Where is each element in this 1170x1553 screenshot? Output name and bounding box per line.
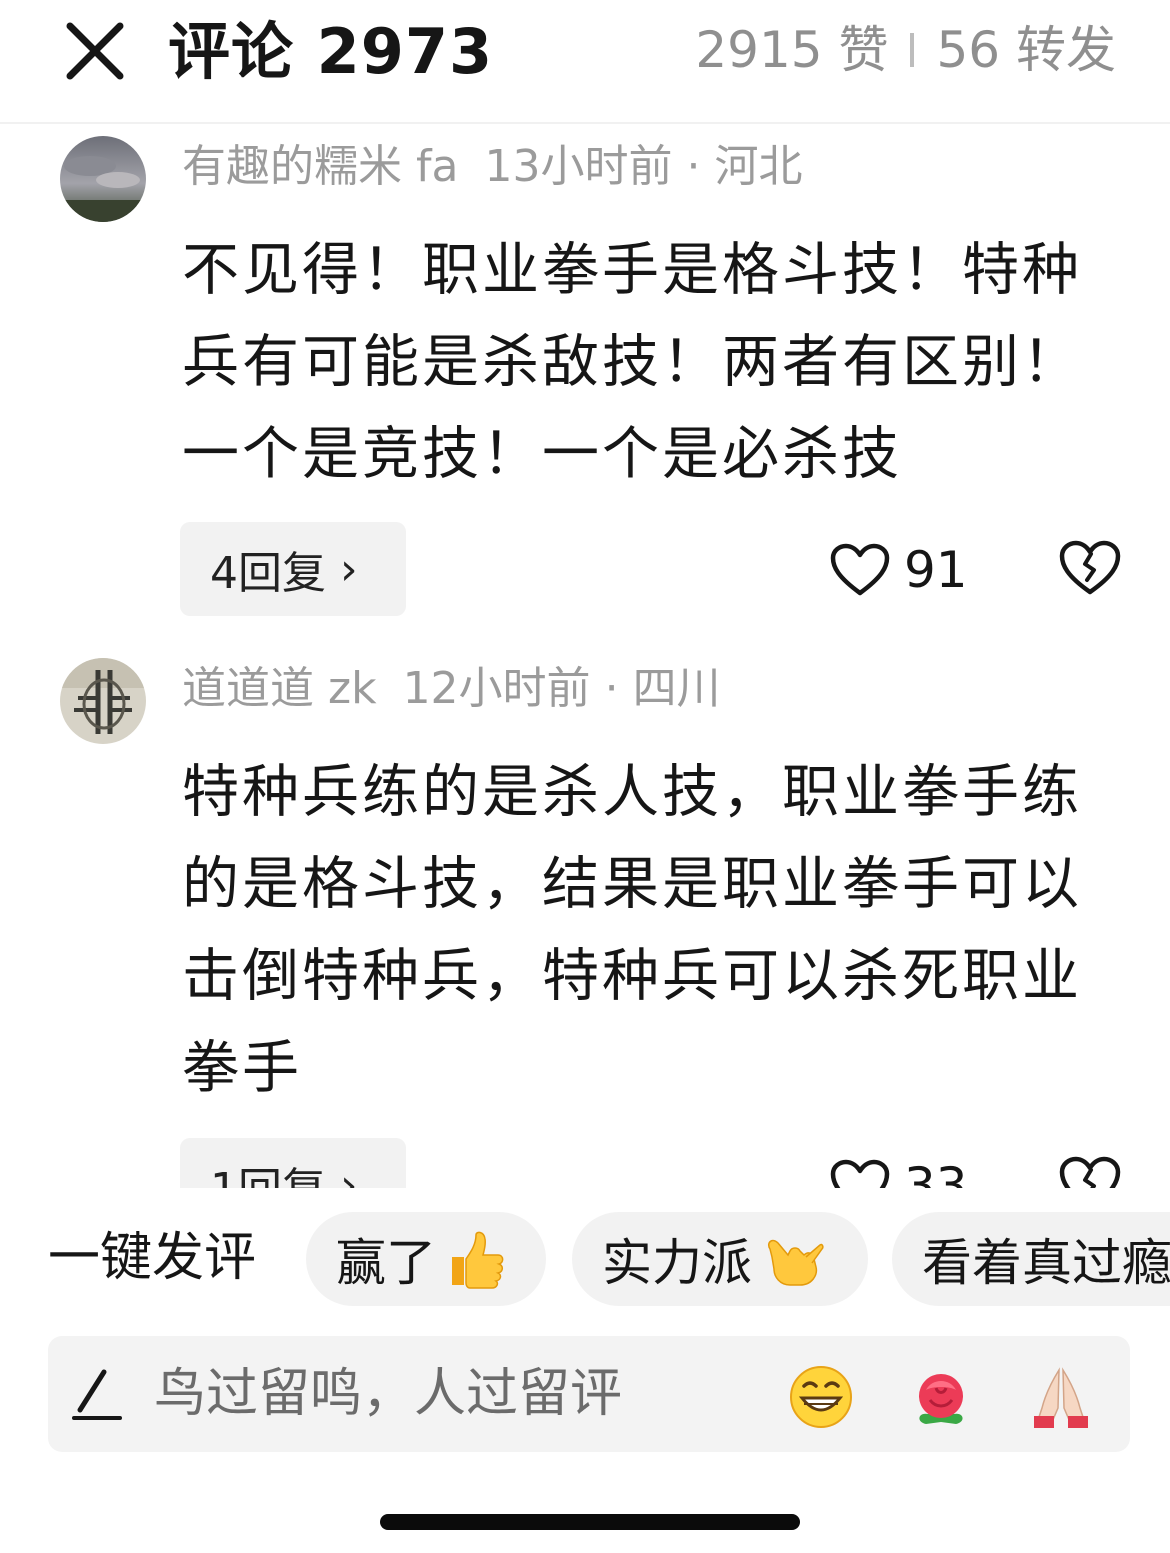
comment-time: 13小时前 bbox=[484, 141, 673, 192]
comment-text: 特种兵练的是杀人技，职业拳手练的是格斗技，结果是职业拳手可以击倒特种兵，特种兵可… bbox=[182, 759, 1082, 1101]
comments-header: 评论 2973 2915 赞 56 转发 bbox=[0, 0, 1170, 124]
comment-time: 12小时前 bbox=[402, 663, 591, 714]
quick-chip-strong[interactable]: 实力派 bbox=[572, 1212, 868, 1306]
replies-button[interactable]: 1回复 › bbox=[180, 1138, 406, 1188]
chip-label: 看着真过瘾 bbox=[922, 1234, 1170, 1292]
page-title: 评论 2973 bbox=[168, 15, 494, 88]
comment-meta: 有趣的糯米 fa 13小时前 · 河北 bbox=[182, 138, 802, 196]
folded-hands-icon[interactable] bbox=[1028, 1364, 1094, 1430]
comment-location: 四川 bbox=[632, 663, 721, 714]
chevron-right-icon: › bbox=[340, 543, 358, 595]
post-stats: 2915 赞 56 转发 bbox=[695, 18, 1116, 82]
meta-dot: · bbox=[604, 663, 619, 714]
input-placeholder: 鸟过留鸣，人过留评 bbox=[154, 1364, 623, 1424]
quick-comment-bar: 一键发评 赢了 实力派 看着真过瘾 bbox=[0, 1208, 1170, 1308]
like-count: 33 bbox=[904, 1157, 968, 1188]
comment-input[interactable]: 鸟过留鸣，人过留评 bbox=[48, 1336, 1130, 1452]
username[interactable]: 道道道 zk bbox=[182, 663, 377, 714]
close-icon[interactable] bbox=[60, 20, 130, 84]
comment-list[interactable]: 有趣的糯米 fa 13小时前 · 河北 不见得！职业拳手是格斗技！特种兵有可能是杀敌技… bbox=[0, 126, 1170, 1188]
quick-chip-satisfying[interactable]: 看着真过瘾 bbox=[892, 1212, 1170, 1306]
broken-heart-icon[interactable] bbox=[1058, 1156, 1122, 1188]
chevron-right-icon: › bbox=[340, 1159, 358, 1189]
broken-heart-icon[interactable] bbox=[1058, 540, 1122, 600]
comment-meta: 道道道 zk 12小时前 · 四川 bbox=[182, 660, 721, 718]
replies-button[interactable]: 4回复 › bbox=[180, 522, 406, 616]
home-indicator[interactable] bbox=[380, 1514, 800, 1530]
comment-text: 不见得！职业拳手是格斗技！特种兵有可能是杀敌技！两者有区别！一个是竞技！一个是必… bbox=[182, 237, 1082, 487]
heart-icon bbox=[830, 543, 890, 596]
thumbs-up-icon bbox=[444, 1227, 508, 1291]
comments-page: 评论 2973 2915 赞 56 转发 有趣的糯米 fa 13小时前 · 河北… bbox=[0, 0, 1170, 1553]
like-button[interactable]: 33 bbox=[830, 1156, 968, 1188]
quick-chip-win[interactable]: 赢了 bbox=[306, 1212, 546, 1306]
chip-label: 赢了 bbox=[336, 1234, 436, 1292]
call-me-hand-icon bbox=[760, 1227, 824, 1291]
username[interactable]: 有趣的糯米 fa bbox=[182, 141, 458, 192]
avatar[interactable] bbox=[60, 136, 146, 222]
like-button[interactable]: 91 bbox=[830, 540, 968, 600]
like-count: 91 bbox=[904, 541, 968, 599]
heart-icon bbox=[830, 1159, 890, 1188]
rose-icon[interactable] bbox=[908, 1364, 974, 1430]
likes-count: 2915 赞 bbox=[695, 21, 889, 79]
comment-location: 河北 bbox=[714, 141, 803, 192]
pen-icon bbox=[70, 1366, 126, 1424]
reposts-count: 56 转发 bbox=[936, 21, 1116, 79]
grinning-face-icon[interactable] bbox=[788, 1364, 854, 1430]
replies-label: 4回复 bbox=[210, 548, 326, 599]
avatar[interactable] bbox=[60, 658, 146, 744]
meta-dot: · bbox=[686, 141, 701, 192]
replies-label: 1回复 bbox=[210, 1153, 326, 1188]
quick-comment-label: 一键发评 bbox=[48, 1228, 257, 1288]
stats-divider bbox=[910, 32, 915, 67]
chip-label: 实力派 bbox=[602, 1234, 752, 1292]
